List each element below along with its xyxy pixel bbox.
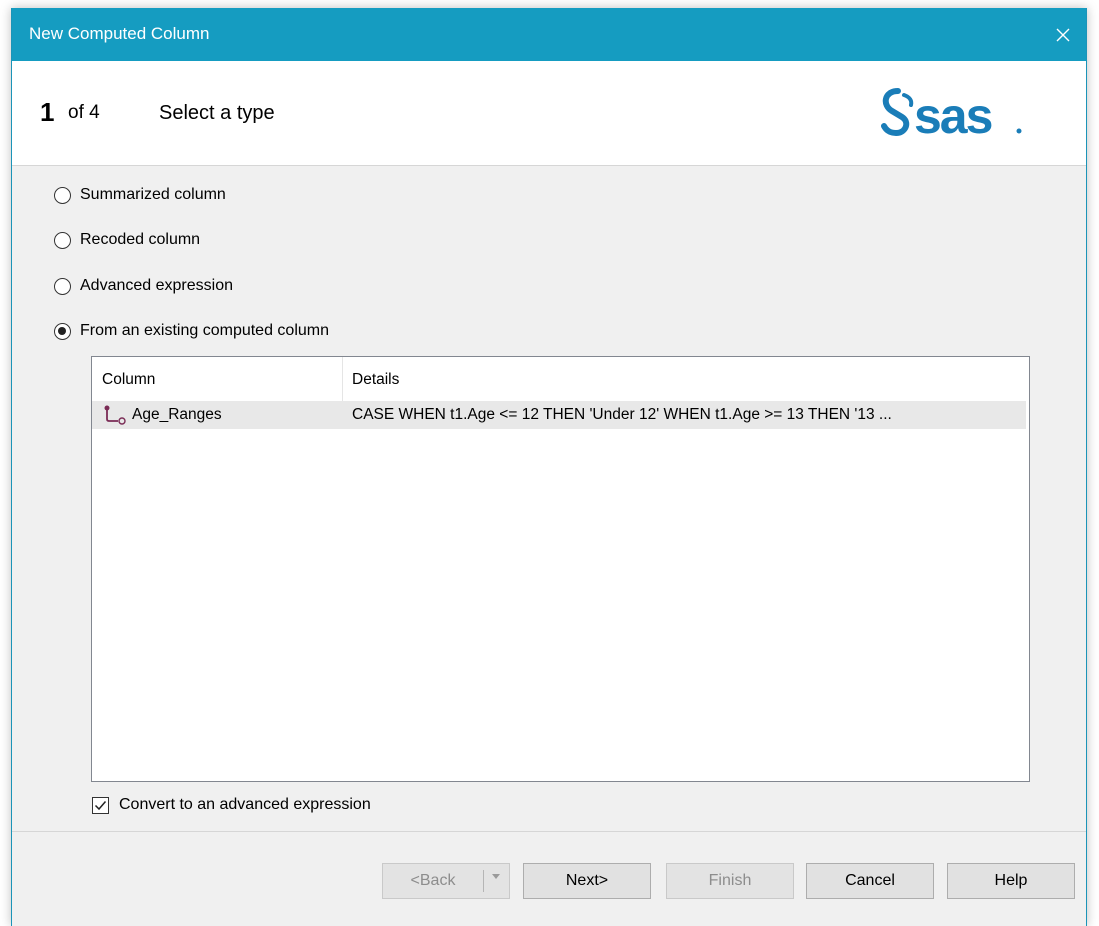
row-details: CASE WHEN t1.Age <= 12 THEN 'Under 12' W… bbox=[352, 406, 892, 423]
title-bar: New Computed Column bbox=[12, 8, 1086, 61]
help-button-label: Help bbox=[994, 872, 1028, 889]
list-header: Column Details bbox=[92, 357, 1029, 401]
option-advanced-expression[interactable]: Advanced expression bbox=[54, 274, 233, 298]
radio-button[interactable] bbox=[54, 277, 71, 295]
window-title: New Computed Column bbox=[29, 24, 210, 43]
option-label: Advanced expression bbox=[80, 277, 233, 294]
row-column-name: Age_Ranges bbox=[132, 406, 222, 423]
option-summarized-column[interactable]: Summarized column bbox=[54, 183, 226, 207]
checkmark-icon bbox=[94, 800, 107, 810]
back-button[interactable]: <Back bbox=[382, 863, 510, 899]
convert-expression-checkbox[interactable]: Convert to an advanced expression bbox=[92, 794, 371, 816]
column-header-details[interactable]: Details bbox=[352, 371, 399, 389]
split-divider bbox=[483, 870, 484, 892]
radio-button-selected[interactable] bbox=[54, 322, 71, 340]
step-title: Select a type bbox=[159, 102, 275, 124]
close-button[interactable] bbox=[1040, 8, 1086, 61]
computed-columns-list[interactable]: Column Details Age_Ranges CASE WHEN t1.A… bbox=[91, 356, 1030, 782]
checkbox[interactable] bbox=[92, 796, 109, 814]
dialog-window: New Computed Column 1 of 4 Select a type… bbox=[11, 8, 1087, 926]
computed-column-icon bbox=[104, 405, 126, 425]
close-icon bbox=[1056, 28, 1070, 41]
option-existing-computed-column[interactable]: From an existing computed column bbox=[54, 319, 329, 343]
dropdown-arrow-icon[interactable] bbox=[491, 873, 501, 881]
column-divider[interactable] bbox=[342, 357, 343, 401]
finish-button-label: Finish bbox=[708, 872, 752, 889]
radio-button[interactable] bbox=[54, 186, 71, 204]
cancel-button[interactable]: Cancel bbox=[806, 863, 934, 899]
option-label: Summarized column bbox=[80, 186, 226, 203]
column-header-column[interactable]: Column bbox=[102, 371, 155, 389]
wizard-header: 1 of 4 Select a type sas bbox=[12, 61, 1086, 166]
next-button-label: Next> bbox=[565, 872, 609, 889]
list-row[interactable]: Age_Ranges CASE WHEN t1.Age <= 12 THEN '… bbox=[92, 401, 1026, 429]
next-button[interactable]: Next> bbox=[523, 863, 651, 899]
footer-divider bbox=[12, 831, 1086, 832]
help-button[interactable]: Help bbox=[947, 863, 1075, 899]
sas-logo: sas bbox=[881, 88, 1022, 144]
cancel-button-label: Cancel bbox=[845, 872, 895, 889]
step-of-total: of 4 bbox=[68, 102, 100, 123]
option-label: From an existing computed column bbox=[80, 322, 329, 339]
checkbox-label: Convert to an advanced expression bbox=[119, 796, 371, 813]
option-label: Recoded column bbox=[80, 231, 201, 248]
finish-button[interactable]: Finish bbox=[666, 863, 794, 899]
step-number: 1 bbox=[40, 97, 55, 127]
option-recoded-column[interactable]: Recoded column bbox=[54, 228, 200, 252]
back-button-label: <Back bbox=[410, 872, 456, 889]
svg-text:sas: sas bbox=[914, 88, 992, 144]
radio-button[interactable] bbox=[54, 231, 71, 249]
